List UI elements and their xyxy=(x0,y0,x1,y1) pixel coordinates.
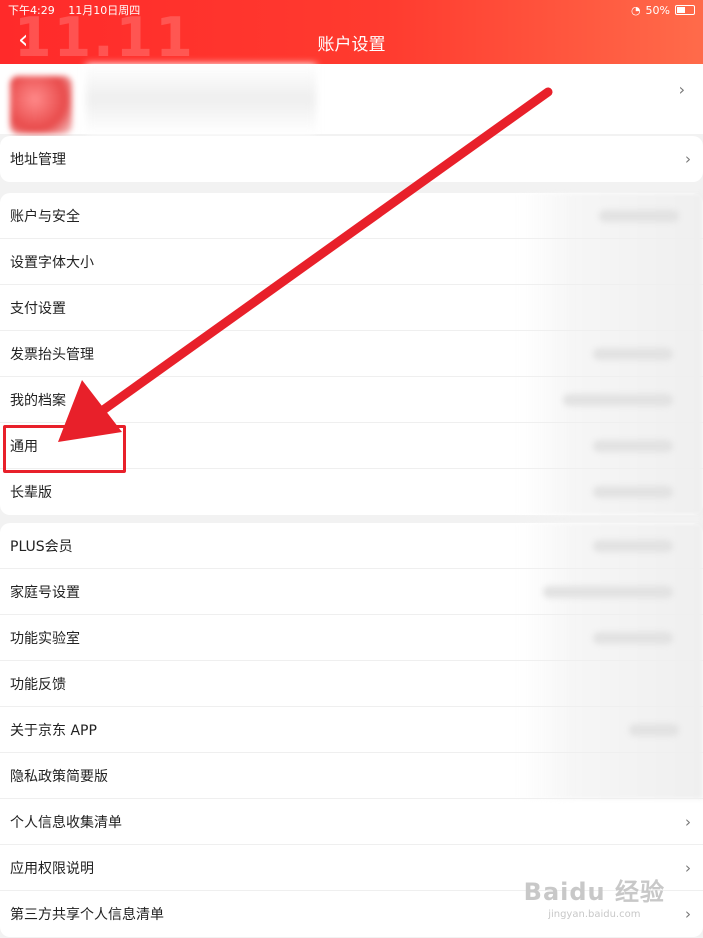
blurred-value xyxy=(593,486,673,498)
blurred-value xyxy=(599,210,679,222)
row-label: 功能反馈 xyxy=(10,676,66,693)
watermark-url: jingyan.baidu.com xyxy=(548,909,641,920)
battery-percent: 50% xyxy=(645,3,670,17)
chevron-right-icon: › xyxy=(685,905,691,923)
settings-row-account-security[interactable]: 账户与安全 xyxy=(0,193,703,239)
baidu-watermark: Baidu 经验 jingyan.baidu.com xyxy=(524,872,665,920)
blurred-value xyxy=(593,632,673,644)
avatar xyxy=(10,76,72,134)
settings-row-address[interactable]: 地址管理 › xyxy=(0,136,703,182)
battery-icon xyxy=(675,5,695,15)
account-settings-screen: 11.11 下午4:29 11月10日周四 ◔ 50% ‹ 账户设置 › 地址管… xyxy=(0,0,703,938)
profile-card[interactable]: › xyxy=(0,64,703,134)
row-label: 隐私政策简要版 xyxy=(10,768,108,785)
row-label: 地址管理 xyxy=(10,152,66,168)
settings-row-plus-member[interactable]: PLUS会员 xyxy=(0,523,703,569)
row-label: 长辈版 xyxy=(10,485,52,501)
settings-row-family-account[interactable]: 家庭号设置 xyxy=(0,569,703,615)
status-bar: 下午4:29 11月10日周四 ◔ 50% xyxy=(8,2,695,18)
settings-section-address: 地址管理 › xyxy=(0,136,703,182)
row-label: 支付设置 xyxy=(10,300,66,317)
settings-section-account: 账户与安全 设置字体大小 支付设置 发票抬头管理 我的档案 通用 长辈版 xyxy=(0,193,703,515)
row-label: 应用权限说明 xyxy=(10,860,94,877)
blurred-value xyxy=(593,440,673,452)
row-label: 设置字体大小 xyxy=(10,254,94,271)
blurred-value xyxy=(543,586,673,598)
settings-row-font-size[interactable]: 设置字体大小 xyxy=(0,239,703,285)
settings-row-elder-mode[interactable]: 长辈版 xyxy=(0,469,703,515)
row-label: 账户与安全 xyxy=(10,208,80,225)
row-label: 功能实验室 xyxy=(10,630,80,647)
page-title: 账户设置 xyxy=(317,35,386,55)
row-label: 发票抬头管理 xyxy=(10,346,94,363)
row-label: 通用 xyxy=(10,438,38,455)
settings-row-general[interactable]: 通用 xyxy=(0,423,703,469)
wifi-icon: ◔ xyxy=(630,3,641,17)
row-label: 我的档案 xyxy=(10,392,66,409)
settings-row-privacy-summary[interactable]: 隐私政策简要版 xyxy=(0,753,703,799)
row-label: 个人信息收集清单 xyxy=(10,814,122,831)
row-label: 关于京东 APP xyxy=(10,722,97,739)
watermark-logo: Baidu 经验 xyxy=(523,878,665,906)
settings-row-personal-info-list[interactable]: 个人信息收集清单 › xyxy=(0,799,703,845)
settings-row-feedback[interactable]: 功能反馈 xyxy=(0,661,703,707)
profile-info-blurred xyxy=(86,64,316,134)
row-label: 第三方共享个人信息清单 xyxy=(10,907,164,923)
settings-row-feature-lab[interactable]: 功能实验室 xyxy=(0,615,703,661)
chevron-right-icon: › xyxy=(685,859,691,877)
status-date: 11月10日周四 xyxy=(68,4,141,17)
blurred-value xyxy=(629,724,679,736)
settings-row-payment[interactable]: 支付设置 xyxy=(0,285,703,331)
blurred-value xyxy=(593,540,673,552)
header-bar: 11.11 下午4:29 11月10日周四 ◔ 50% ‹ 账户设置 xyxy=(0,0,703,69)
chevron-right-icon: › xyxy=(678,80,685,99)
chevron-right-icon: › xyxy=(685,150,691,168)
row-label: PLUS会员 xyxy=(10,538,73,555)
row-label: 家庭号设置 xyxy=(10,584,80,601)
status-time: 下午4:29 xyxy=(8,4,55,17)
chevron-right-icon: › xyxy=(685,813,691,831)
blurred-value xyxy=(593,348,673,360)
settings-row-invoice-title[interactable]: 发票抬头管理 xyxy=(0,331,703,377)
settings-row-my-profile[interactable]: 我的档案 xyxy=(0,377,703,423)
settings-row-about-app[interactable]: 关于京东 APP xyxy=(0,707,703,753)
blurred-value xyxy=(563,394,673,406)
